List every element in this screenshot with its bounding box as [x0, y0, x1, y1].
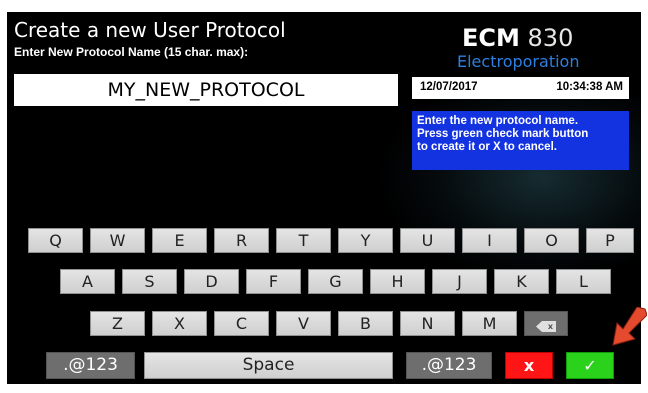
protocol-name-input[interactable]: MY_NEW_PROTOCOL [14, 74, 398, 106]
name-instruction: Enter New Protocol Name (15 char. max): [14, 45, 249, 59]
key-t[interactable]: T [276, 228, 331, 253]
brand-product: Electroporation [457, 52, 580, 71]
key-u[interactable]: U [400, 228, 455, 253]
key-n[interactable]: N [400, 311, 455, 336]
instruction-box: Enter the new protocol name. Press green… [412, 111, 629, 170]
backspace-icon: x [536, 321, 556, 332]
backspace-button[interactable]: x [524, 311, 568, 336]
key-i[interactable]: I [462, 228, 517, 253]
confirm-button[interactable]: ✓ [566, 352, 614, 379]
pointer-arrow-icon [612, 307, 647, 346]
key-a[interactable]: A [60, 269, 115, 294]
key-z[interactable]: Z [90, 311, 145, 336]
instruction-line: Enter the new protocol name. [417, 115, 579, 127]
key-f[interactable]: F [246, 269, 301, 294]
key-y[interactable]: Y [338, 228, 393, 253]
key-p[interactable]: P [586, 228, 634, 253]
cancel-button[interactable]: x [505, 352, 553, 379]
key-x[interactable]: X [152, 311, 207, 336]
instruction-line: Press green check mark button [417, 128, 589, 140]
instruction-line: to create it or X to cancel. [417, 141, 557, 153]
key-b[interactable]: B [338, 311, 393, 336]
key-l[interactable]: L [556, 269, 611, 294]
time-text: 10:34:38 AM [556, 81, 623, 93]
key-w[interactable]: W [90, 228, 145, 253]
brand-model-number: 830 [527, 24, 574, 52]
space-button[interactable]: Space [144, 352, 393, 379]
key-o[interactable]: O [524, 228, 579, 253]
symbols-left-button[interactable]: .@123 [46, 352, 135, 379]
brand-model: ECM [462, 24, 520, 52]
brand-logo: ECM 830 [462, 24, 573, 52]
key-e[interactable]: E [152, 228, 207, 253]
key-s[interactable]: S [122, 269, 177, 294]
key-v[interactable]: V [276, 311, 331, 336]
key-m[interactable]: M [462, 311, 517, 336]
date-text: 12/07/2017 [420, 81, 478, 93]
key-c[interactable]: C [214, 311, 269, 336]
key-d[interactable]: D [184, 269, 239, 294]
key-q[interactable]: Q [28, 228, 83, 253]
datetime-display: 12/07/2017 10:34:38 AM [412, 77, 629, 99]
symbols-right-button[interactable]: .@123 [406, 352, 492, 379]
page-title: Create a new User Protocol [14, 18, 286, 42]
key-h[interactable]: H [370, 269, 425, 294]
key-k[interactable]: K [494, 269, 549, 294]
key-r[interactable]: R [214, 228, 269, 253]
key-g[interactable]: G [308, 269, 363, 294]
key-j[interactable]: J [432, 269, 487, 294]
